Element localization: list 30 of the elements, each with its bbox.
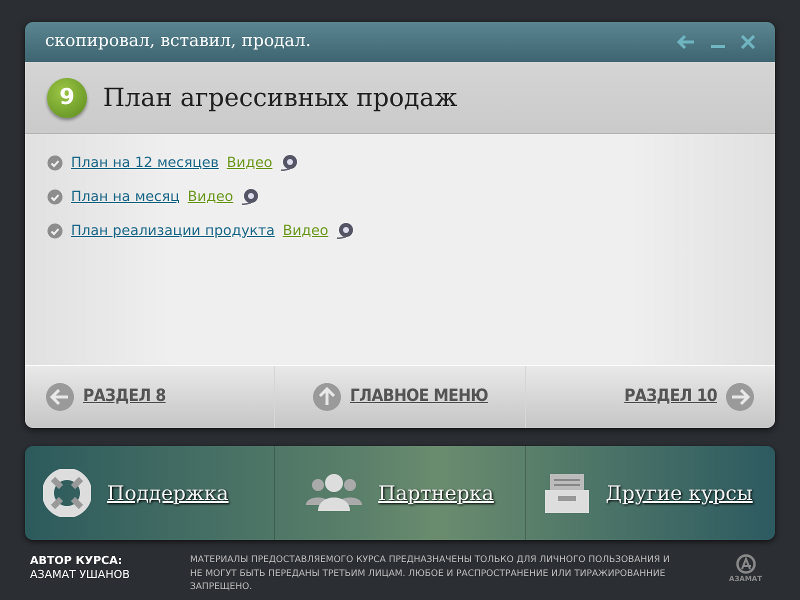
- people-icon[interactable]: [306, 473, 362, 513]
- lesson-link[interactable]: План реализации продукта: [71, 220, 275, 242]
- video-link[interactable]: Видео: [226, 152, 272, 174]
- film-reel-icon[interactable]: [280, 154, 298, 172]
- menu-link[interactable]: Партнерка: [378, 478, 494, 508]
- main-menu-link[interactable]: ГЛАВНОЕ МЕНЮ: [350, 384, 488, 410]
- lesson-link[interactable]: План на 12 месяцев: [71, 152, 219, 174]
- section-number-badge: 9: [47, 78, 87, 118]
- file-tray-icon[interactable]: [544, 472, 590, 514]
- copyright-notice: МАТЕРИАЛЫ ПРЕДОСТАВЛЯЕМОГО КУРСА ПРЕДНАЗНАЧЕНЫ ТОЛЬКО ДЛЯ ЛИЧНОГО ПОЛЬЗОВАНИЯ И НЕ МОГУТ БЫТЬ ПЕРЕДАНЫ ТРЕТЬИМ ЛИЦАМ. ЛЮБОЕ И РАСПРОСТРАНЕНИЕ ИЛИ ТИРАЖИРОВАННИЕ ЗАПРЕЩЕНО.: [190, 554, 670, 594]
- lifebuoy-icon[interactable]: [43, 469, 91, 517]
- menu-link[interactable]: Поддержка: [107, 478, 229, 508]
- lesson-link[interactable]: План на месяц: [71, 186, 180, 208]
- next-section-link[interactable]: РАЗДЕЛ 10: [624, 384, 717, 410]
- logo-icon: [734, 554, 757, 574]
- window-title: скопировал, вставил, продал.: [45, 30, 311, 54]
- section-title: План агрессивных продаж: [103, 82, 458, 114]
- close-icon[interactable]: [741, 35, 755, 49]
- check-icon: [47, 155, 63, 171]
- film-reel-icon[interactable]: [336, 222, 354, 240]
- author-name: АЗАМАТ УШАНОВ: [30, 568, 131, 583]
- check-icon: [47, 189, 63, 205]
- video-link[interactable]: Видео: [188, 186, 234, 208]
- check-icon: [47, 223, 63, 239]
- video-link[interactable]: Видео: [282, 220, 328, 242]
- previous-section-link[interactable]: РАЗДЕЛ 8: [83, 384, 166, 410]
- menu-link[interactable]: Другие курсы: [606, 478, 753, 508]
- author-label: АВТОР КУРСА:: [30, 554, 124, 568]
- film-reel-icon[interactable]: [241, 188, 260, 206]
- back-arrow-icon[interactable]: [677, 34, 695, 50]
